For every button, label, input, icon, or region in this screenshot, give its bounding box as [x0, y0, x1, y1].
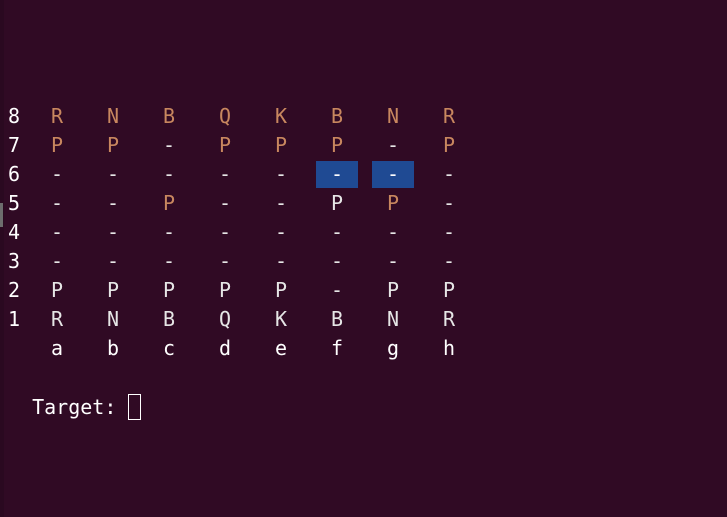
- square-h1[interactable]: R: [428, 305, 470, 334]
- square-g6[interactable]: -: [372, 161, 414, 188]
- square-g3[interactable]: -: [372, 247, 414, 276]
- square-g2[interactable]: P: [372, 276, 414, 305]
- square-f4[interactable]: -: [316, 218, 358, 247]
- file-labels-row: a b c d e f g h: [8, 334, 468, 363]
- square-h4[interactable]: -: [428, 218, 470, 247]
- scrollbar-marker: [0, 203, 3, 227]
- square-h7[interactable]: P: [428, 131, 470, 160]
- file-label: d: [218, 336, 232, 360]
- file-label: b: [106, 336, 120, 360]
- square-f5[interactable]: P: [316, 189, 358, 218]
- board-rank-7: 7PP-PPP-P: [8, 131, 468, 160]
- rank-label: 6: [8, 162, 21, 186]
- square-h5[interactable]: -: [428, 189, 470, 218]
- file-label: f: [330, 336, 344, 360]
- square-h2[interactable]: P: [428, 276, 470, 305]
- square-c7[interactable]: -: [148, 131, 190, 160]
- square-b5[interactable]: -: [92, 189, 134, 218]
- square-a8[interactable]: R: [36, 102, 78, 131]
- file-label: h: [442, 336, 456, 360]
- file-label: c: [162, 336, 176, 360]
- square-a2[interactable]: P: [36, 276, 78, 305]
- square-b6[interactable]: -: [92, 160, 134, 189]
- square-d3[interactable]: -: [204, 247, 246, 276]
- square-h3[interactable]: -: [428, 247, 470, 276]
- square-b7[interactable]: P: [92, 131, 134, 160]
- rank-label: 5: [8, 191, 21, 215]
- square-f1[interactable]: B: [316, 305, 358, 334]
- square-f6[interactable]: -: [316, 161, 358, 188]
- square-b3[interactable]: -: [92, 247, 134, 276]
- square-e4[interactable]: -: [260, 218, 302, 247]
- square-c6[interactable]: -: [148, 160, 190, 189]
- square-a6[interactable]: -: [36, 160, 78, 189]
- square-c4[interactable]: -: [148, 218, 190, 247]
- square-b4[interactable]: -: [92, 218, 134, 247]
- board-rank-2: 2PPPPP-PP: [8, 276, 468, 305]
- square-f3[interactable]: -: [316, 247, 358, 276]
- text-cursor[interactable]: [128, 394, 142, 420]
- square-a5[interactable]: -: [36, 189, 78, 218]
- square-e6[interactable]: -: [260, 160, 302, 189]
- square-f8[interactable]: B: [316, 102, 358, 131]
- board-rank-3: 3--------: [8, 247, 468, 276]
- board-rank-5: 5--P--PP-: [8, 189, 468, 218]
- board-rank-8: 8RNBQKBNR: [8, 102, 468, 131]
- file-label: g: [386, 336, 400, 360]
- square-a1[interactable]: R: [36, 305, 78, 334]
- square-d7[interactable]: P: [204, 131, 246, 160]
- square-g8[interactable]: N: [372, 102, 414, 131]
- rank-label: 4: [8, 220, 21, 244]
- square-e7[interactable]: P: [260, 131, 302, 160]
- square-d5[interactable]: -: [204, 189, 246, 218]
- rank-label: 8: [8, 104, 21, 128]
- square-h8[interactable]: R: [428, 102, 470, 131]
- square-c8[interactable]: B: [148, 102, 190, 131]
- square-g4[interactable]: -: [372, 218, 414, 247]
- square-h6[interactable]: -: [428, 160, 470, 189]
- square-a4[interactable]: -: [36, 218, 78, 247]
- square-c5[interactable]: P: [148, 189, 190, 218]
- square-e8[interactable]: K: [260, 102, 302, 131]
- square-g5[interactable]: P: [372, 189, 414, 218]
- rank-label: 7: [8, 133, 21, 157]
- square-e1[interactable]: K: [260, 305, 302, 334]
- square-f2[interactable]: -: [316, 276, 358, 305]
- square-a3[interactable]: -: [36, 247, 78, 276]
- target-label: Target:: [32, 395, 117, 419]
- square-a7[interactable]: P: [36, 131, 78, 160]
- file-label: e: [274, 336, 288, 360]
- square-e3[interactable]: -: [260, 247, 302, 276]
- file-label: a: [50, 336, 64, 360]
- board-rank-6: 6--------: [8, 160, 468, 189]
- rank-label: 2: [8, 278, 21, 302]
- square-g1[interactable]: N: [372, 305, 414, 334]
- board-rank-1: 1RNBQKBNR: [8, 305, 468, 334]
- square-b8[interactable]: N: [92, 102, 134, 131]
- square-e5[interactable]: -: [260, 189, 302, 218]
- square-d8[interactable]: Q: [204, 102, 246, 131]
- square-d6[interactable]: -: [204, 160, 246, 189]
- square-e2[interactable]: P: [260, 276, 302, 305]
- square-c1[interactable]: B: [148, 305, 190, 334]
- square-d4[interactable]: -: [204, 218, 246, 247]
- square-b1[interactable]: N: [92, 305, 134, 334]
- window-left-edge: [0, 0, 4, 517]
- rank-label: 3: [8, 249, 21, 273]
- chess-board: 8RNBQKBNR7PP-PPP-P6--------5--P--PP-4---…: [8, 102, 468, 363]
- square-d2[interactable]: P: [204, 276, 246, 305]
- board-rank-4: 4--------: [8, 218, 468, 247]
- square-c3[interactable]: -: [148, 247, 190, 276]
- square-d1[interactable]: Q: [204, 305, 246, 334]
- square-g7[interactable]: -: [372, 131, 414, 160]
- square-f7[interactable]: P: [316, 131, 358, 160]
- target-prompt: Target:: [8, 362, 142, 420]
- square-c2[interactable]: P: [148, 276, 190, 305]
- square-b2[interactable]: P: [92, 276, 134, 305]
- rank-label: 1: [8, 307, 21, 331]
